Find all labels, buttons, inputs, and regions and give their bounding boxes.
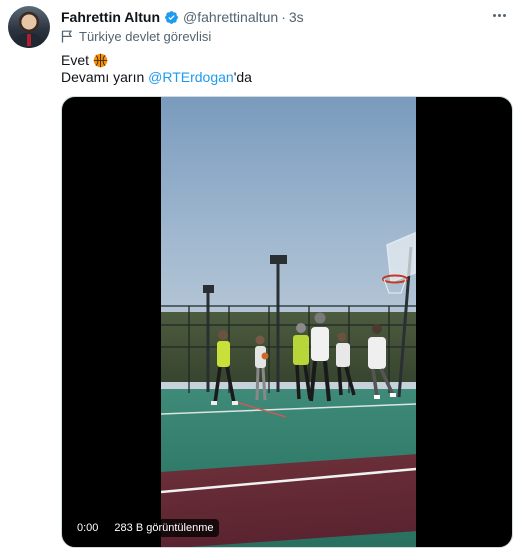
- tweet-text-line2: Devamı yarın @RTErdogan'da: [61, 69, 252, 85]
- video-timestamp: 0:00: [72, 519, 104, 537]
- video-player[interactable]: 0:00 283 B görüntülenme: [61, 96, 513, 548]
- account-label-text: Türkiye devlet görevlisi: [79, 29, 212, 44]
- tweet-time[interactable]: 3s: [289, 9, 304, 25]
- avatar-tie: [27, 34, 31, 46]
- separator-dot: ·: [281, 9, 286, 25]
- author-name[interactable]: Fahrettin Altun: [61, 9, 160, 25]
- video-controls: 0:00 283 B görüntülenme: [72, 519, 219, 537]
- author-handle[interactable]: @fahrettinaltun: [183, 9, 278, 25]
- verified-badge-icon: [164, 10, 179, 25]
- avatar[interactable]: [8, 6, 50, 48]
- account-label[interactable]: Türkiye devlet görevlisi: [61, 29, 211, 44]
- video-frame[interactable]: [161, 97, 416, 547]
- tweet-text-suffix: 'da: [233, 69, 252, 85]
- tweet-text-line1: Evet: [61, 52, 108, 68]
- tweet[interactable]: Fahrettin Altun @fahrettinaltun · 3s Tür…: [0, 0, 520, 560]
- tweet-header: Fahrettin Altun @fahrettinaltun · 3s: [61, 8, 304, 26]
- mention-link[interactable]: @RTErdogan: [148, 69, 234, 85]
- flag-icon: [61, 30, 73, 43]
- video-views: 283 B görüntülenme: [109, 519, 219, 537]
- more-icon[interactable]: [488, 6, 510, 24]
- tweet-text-prefix: Devamı yarın: [61, 69, 149, 85]
- basketball-icon: [93, 53, 108, 68]
- video-scene: [161, 231, 416, 494]
- tweet-text-evet: Evet: [61, 52, 90, 68]
